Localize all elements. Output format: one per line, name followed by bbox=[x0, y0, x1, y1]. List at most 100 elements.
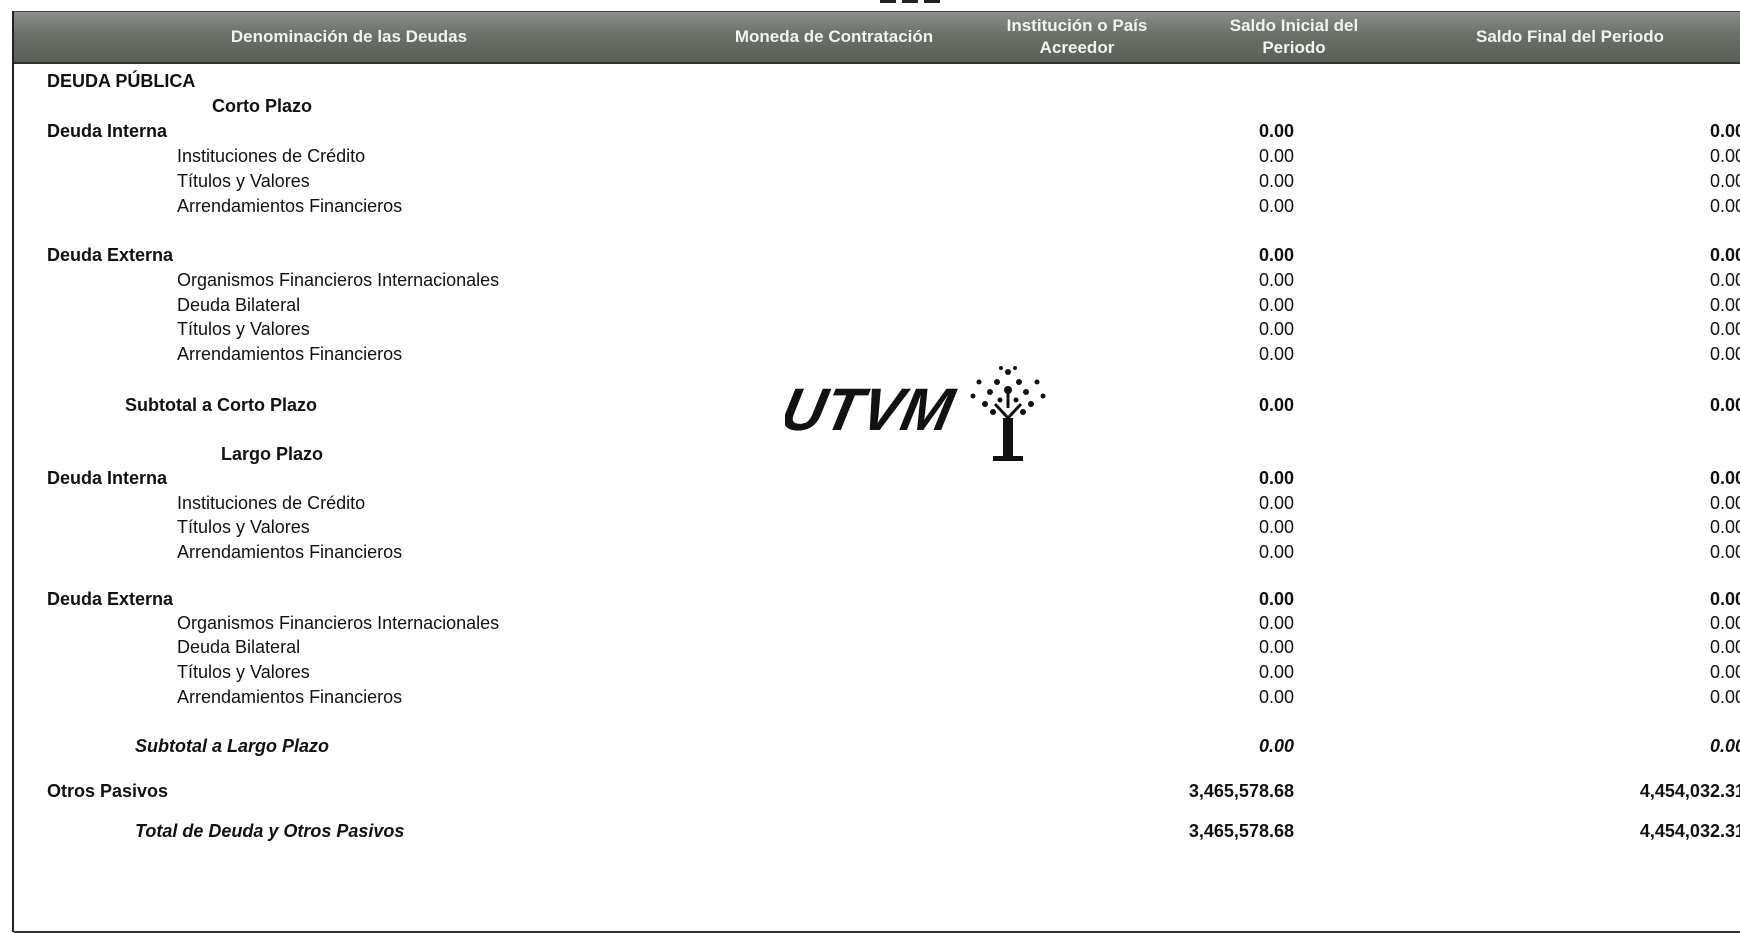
table-row: Títulos y Valores 0.00 0.00 bbox=[14, 171, 1740, 195]
saldo-inicial-value: 0.00 bbox=[1258, 319, 1294, 339]
row-label: Arrendamientos Financieros bbox=[177, 196, 403, 216]
saldo-inicial-value: 0.00 bbox=[1258, 589, 1294, 609]
header-institucion: Institución o País Acreedor bbox=[1006, 16, 1148, 57]
saldo-inicial-value: 0.00 bbox=[1258, 736, 1294, 756]
saldo-inicial-value: 0.00 bbox=[1258, 542, 1294, 562]
table-row: DEUDA PÚBLICA bbox=[14, 71, 1740, 95]
saldo-inicial-value: 0.00 bbox=[1258, 295, 1294, 315]
row-label: Corto Plazo bbox=[212, 96, 313, 116]
row-label: Títulos y Valores bbox=[177, 171, 310, 191]
table-header: Denominación de las Deudas Moneda de Con… bbox=[14, 12, 1740, 64]
row-label: Arrendamientos Financieros bbox=[177, 542, 403, 562]
saldo-final-value: 0.00 bbox=[1709, 687, 1740, 707]
saldo-inicial-value: 0.00 bbox=[1258, 196, 1294, 216]
saldo-inicial-value: 0.00 bbox=[1258, 662, 1294, 682]
saldo-final-value: 0.00 bbox=[1709, 146, 1740, 166]
saldo-final-value: 0.00 bbox=[1709, 245, 1740, 265]
saldo-final-value: 0.00 bbox=[1709, 270, 1740, 290]
table-row: Arrendamientos Financieros 0.00 0.00 bbox=[14, 196, 1740, 220]
row-label: Arrendamientos Financieros bbox=[177, 344, 403, 364]
table-row: Arrendamientos Financieros 0.00 0.00 bbox=[14, 542, 1740, 566]
table-row: Deuda Externa 0.00 0.00 bbox=[14, 245, 1740, 269]
saldo-final-value: 0.00 bbox=[1709, 736, 1740, 756]
table-row: Títulos y Valores 0.00 0.00 bbox=[14, 319, 1740, 343]
saldo-final-value: 0.00 bbox=[1709, 295, 1740, 315]
saldo-inicial-value: 0.00 bbox=[1258, 270, 1294, 290]
saldo-final-value: 0.00 bbox=[1709, 493, 1740, 513]
saldo-inicial-value: 0.00 bbox=[1258, 171, 1294, 191]
row-label: Organismos Financieros Internacionales bbox=[177, 270, 500, 290]
table-row: Total de Deuda y Otros Pasivos 3,465,578… bbox=[14, 821, 1740, 845]
saldo-inicial-value: 0.00 bbox=[1258, 517, 1294, 537]
table-row: Subtotal a Largo Plazo 0.00 0.00 bbox=[14, 736, 1740, 760]
logo-text: UTVM bbox=[785, 376, 961, 443]
header-saldo-inicial: Saldo Inicial del Periodo bbox=[1229, 16, 1359, 57]
table-row: Instituciones de Crédito 0.00 0.00 bbox=[14, 146, 1740, 170]
saldo-final-value: 0.00 bbox=[1709, 468, 1740, 488]
saldo-inicial-value: 0.00 bbox=[1258, 493, 1294, 513]
row-label: Deuda Externa bbox=[47, 245, 174, 265]
saldo-final-value: 0.00 bbox=[1709, 395, 1740, 415]
header-saldo-final: Saldo Final del Periodo bbox=[1476, 27, 1664, 46]
saldo-inicial-value: 0.00 bbox=[1258, 395, 1294, 415]
header-denominacion: Denominación de las Deudas bbox=[230, 27, 468, 46]
saldo-inicial-value: 3,465,578.68 bbox=[1188, 821, 1294, 841]
table-row: Deuda Interna 0.00 0.00 bbox=[14, 121, 1740, 145]
saldo-final-value: 0.00 bbox=[1709, 589, 1740, 609]
row-label: DEUDA PÚBLICA bbox=[47, 71, 196, 91]
table-row: Otros Pasivos 3,465,578.68 4,454,032.31 bbox=[14, 781, 1740, 805]
table-row: Arrendamientos Financieros 0.00 0.00 bbox=[14, 687, 1740, 711]
row-label: Deuda Interna bbox=[47, 121, 168, 141]
row-label: Total de Deuda y Otros Pasivos bbox=[135, 821, 405, 841]
row-label: Largo Plazo bbox=[221, 444, 324, 464]
row-label: Deuda Bilateral bbox=[177, 637, 301, 657]
saldo-final-value: 0.00 bbox=[1709, 196, 1740, 216]
saldo-inicial-value: 3,465,578.68 bbox=[1188, 781, 1294, 801]
utvm-logo: UTVM bbox=[785, 366, 1046, 461]
saldo-inicial-value: 0.00 bbox=[1258, 468, 1294, 488]
saldo-final-value: 4,454,032.31 bbox=[1639, 821, 1740, 841]
top-edge-mark bbox=[880, 0, 940, 5]
saldo-inicial-value: 0.00 bbox=[1258, 146, 1294, 166]
row-label: Organismos Financieros Internacionales bbox=[177, 613, 500, 633]
table-row: Deuda Externa 0.00 0.00 bbox=[14, 589, 1740, 613]
saldo-final-value: 0.00 bbox=[1709, 613, 1740, 633]
table-row: Organismos Financieros Internacionales 0… bbox=[14, 270, 1740, 294]
saldo-final-value: 0.00 bbox=[1709, 344, 1740, 364]
row-label: Deuda Externa bbox=[47, 589, 174, 609]
saldo-inicial-value: 0.00 bbox=[1258, 613, 1294, 633]
table-row: Instituciones de Crédito 0.00 0.00 bbox=[14, 493, 1740, 517]
row-label: Títulos y Valores bbox=[177, 319, 310, 339]
table-row: Deuda Bilateral 0.00 0.00 bbox=[14, 295, 1740, 319]
tree-icon bbox=[970, 366, 1046, 461]
header-moneda: Moneda de Contratación bbox=[734, 27, 934, 46]
row-label: Deuda Bilateral bbox=[177, 295, 301, 315]
row-label: Arrendamientos Financieros bbox=[177, 687, 403, 707]
saldo-final-value: 0.00 bbox=[1709, 319, 1740, 339]
row-label: Instituciones de Crédito bbox=[177, 146, 366, 166]
row-label: Títulos y Valores bbox=[177, 517, 310, 537]
row-label: Títulos y Valores bbox=[177, 662, 310, 682]
saldo-final-value: 0.00 bbox=[1709, 121, 1740, 141]
saldo-inicial-value: 0.00 bbox=[1258, 687, 1294, 707]
row-label: Otros Pasivos bbox=[47, 781, 169, 801]
table-row: Organismos Financieros Internacionales 0… bbox=[14, 613, 1740, 637]
saldo-final-value: 0.00 bbox=[1709, 542, 1740, 562]
saldo-final-value: 4,454,032.31 bbox=[1639, 781, 1740, 801]
saldo-inicial-value: 0.00 bbox=[1258, 344, 1294, 364]
table-row: Títulos y Valores 0.00 0.00 bbox=[14, 662, 1740, 686]
row-label: Deuda Interna bbox=[47, 468, 168, 488]
row-label: Subtotal a Largo Plazo bbox=[135, 736, 330, 756]
row-label: Subtotal a Corto Plazo bbox=[125, 395, 318, 415]
table-row: Deuda Bilateral 0.00 0.00 bbox=[14, 637, 1740, 661]
row-label: Instituciones de Crédito bbox=[177, 493, 366, 513]
saldo-final-value: 0.00 bbox=[1709, 517, 1740, 537]
table-row: Corto Plazo bbox=[14, 96, 1740, 120]
saldo-inicial-value: 0.00 bbox=[1258, 121, 1294, 141]
saldo-final-value: 0.00 bbox=[1709, 637, 1740, 657]
saldo-inicial-value: 0.00 bbox=[1258, 245, 1294, 265]
saldo-inicial-value: 0.00 bbox=[1258, 637, 1294, 657]
saldo-final-value: 0.00 bbox=[1709, 171, 1740, 191]
saldo-final-value: 0.00 bbox=[1709, 662, 1740, 682]
table-row: Títulos y Valores 0.00 0.00 bbox=[14, 517, 1740, 541]
